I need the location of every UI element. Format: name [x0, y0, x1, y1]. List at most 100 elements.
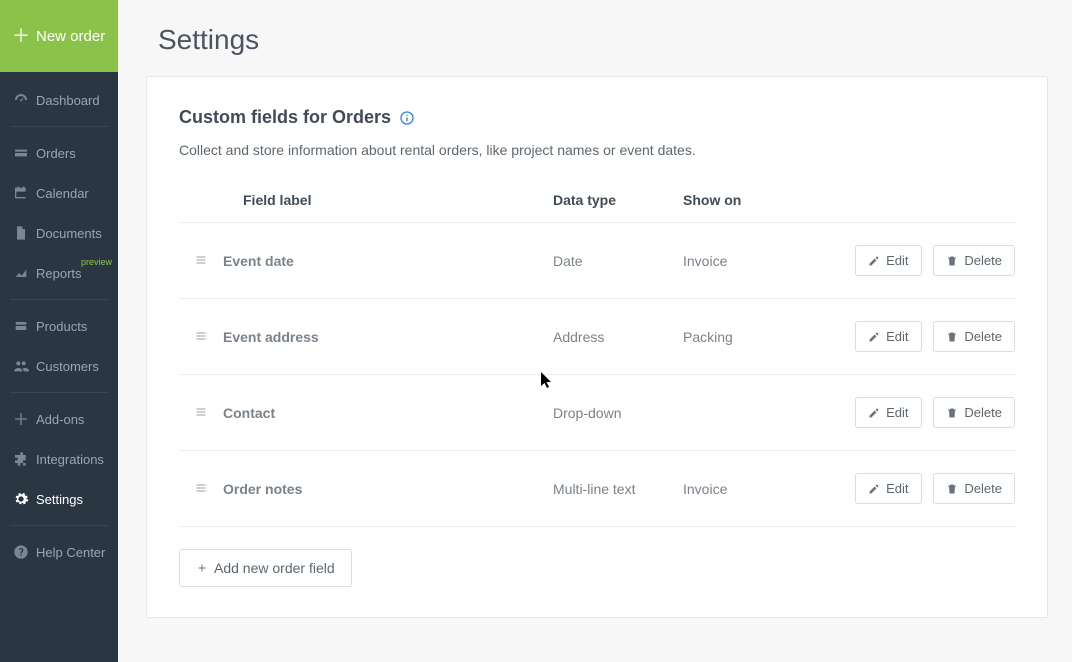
orders-icon — [12, 145, 30, 161]
sidebar-item-label: Documents — [36, 226, 108, 241]
sidebar-item-customers[interactable]: Customers — [0, 346, 118, 386]
delete-button[interactable]: Delete — [933, 397, 1015, 428]
calendar-icon — [12, 185, 30, 201]
sidebar-item-settings[interactable]: Settings — [0, 479, 118, 519]
table-row: Order notes Multi-line text Invoice Edit… — [179, 451, 1015, 527]
sidebar-item-label: Products — [36, 319, 108, 334]
add-field-label: Add new order field — [214, 560, 335, 576]
trash-icon — [946, 407, 958, 419]
field-type: Multi-line text — [553, 451, 683, 527]
settings-card: Custom fields for Orders Collect and sto… — [146, 76, 1048, 618]
page-title: Settings — [118, 0, 1072, 76]
drag-handle-icon[interactable] — [179, 223, 223, 299]
field-type: Date — [553, 223, 683, 299]
field-label: Event address — [223, 299, 553, 375]
dashboard-icon — [12, 92, 30, 108]
field-show: Invoice — [683, 451, 823, 527]
edit-label: Edit — [886, 253, 908, 268]
field-label: Event date — [223, 223, 553, 299]
drag-handle-icon[interactable] — [179, 375, 223, 451]
sidebar-item-documents[interactable]: Documents — [0, 213, 118, 253]
sidebar-item-dashboard[interactable]: Dashboard — [0, 80, 118, 120]
plus-icon — [196, 562, 208, 574]
sidebar-item-label: Calendar — [36, 186, 108, 201]
pencil-icon — [868, 483, 880, 495]
field-type: Address — [553, 299, 683, 375]
nav: Dashboard Orders Calendar Documents — [0, 72, 118, 572]
field-type: Drop-down — [553, 375, 683, 451]
trash-icon — [946, 331, 958, 343]
sidebar-item-help[interactable]: Help Center — [0, 532, 118, 572]
sidebar-item-calendar[interactable]: Calendar — [0, 173, 118, 213]
gear-icon — [12, 491, 30, 507]
delete-label: Delete — [964, 253, 1002, 268]
fields-table: Field label Data type Show on Event date… — [179, 180, 1015, 527]
edit-button[interactable]: Edit — [855, 397, 921, 428]
divider — [10, 299, 108, 300]
delete-button[interactable]: Delete — [933, 245, 1015, 276]
sidebar-item-label: Orders — [36, 146, 108, 161]
pencil-icon — [868, 255, 880, 267]
edit-label: Edit — [886, 329, 908, 344]
sidebar-item-label: Add-ons — [36, 412, 108, 427]
new-order-button[interactable]: ＋ New order — [0, 0, 118, 72]
edit-button[interactable]: Edit — [855, 245, 921, 276]
delete-label: Delete — [964, 329, 1002, 344]
trash-icon — [946, 483, 958, 495]
documents-icon — [12, 225, 30, 241]
sidebar-item-label: Help Center — [36, 545, 108, 560]
sidebar-item-addons[interactable]: Add-ons — [0, 399, 118, 439]
delete-button[interactable]: Delete — [933, 473, 1015, 504]
sidebar-item-products[interactable]: Products — [0, 306, 118, 346]
header-data-type: Data type — [553, 180, 683, 223]
delete-label: Delete — [964, 405, 1002, 420]
drag-handle-icon[interactable] — [179, 299, 223, 375]
edit-button[interactable]: Edit — [855, 473, 921, 504]
card-title: Custom fields for Orders — [179, 107, 391, 128]
table-row: Event address Address Packing Edit Delet… — [179, 299, 1015, 375]
sidebar-item-label: Integrations — [36, 452, 108, 467]
add-field-button[interactable]: Add new order field — [179, 549, 352, 587]
header-field-label: Field label — [223, 180, 553, 223]
preview-badge: preview — [81, 257, 112, 267]
delete-button[interactable]: Delete — [933, 321, 1015, 352]
products-icon — [12, 318, 30, 334]
field-show — [683, 375, 823, 451]
delete-label: Delete — [964, 481, 1002, 496]
new-order-label: New order — [36, 28, 105, 45]
sidebar-item-label: Dashboard — [36, 93, 108, 108]
table-row: Event date Date Invoice Edit Delete — [179, 223, 1015, 299]
field-show: Packing — [683, 299, 823, 375]
table-row: Contact Drop-down Edit Delete — [179, 375, 1015, 451]
reports-icon — [12, 265, 30, 281]
sidebar-item-integrations[interactable]: Integrations — [0, 439, 118, 479]
edit-label: Edit — [886, 481, 908, 496]
sidebar-item-orders[interactable]: Orders — [0, 133, 118, 173]
main: Settings Custom fields for Orders Collec… — [118, 0, 1072, 662]
info-icon[interactable] — [399, 110, 415, 126]
field-show: Invoice — [683, 223, 823, 299]
divider — [10, 126, 108, 127]
sidebar-item-label: Settings — [36, 492, 108, 507]
edit-label: Edit — [886, 405, 908, 420]
integrations-icon — [12, 451, 30, 467]
card-subtitle: Collect and store information about rent… — [179, 142, 1015, 158]
card-title-row: Custom fields for Orders — [179, 107, 1015, 128]
sidebar-item-reports[interactable]: Reports preview — [0, 253, 118, 293]
customers-icon — [12, 358, 30, 374]
field-label: Order notes — [223, 451, 553, 527]
help-icon — [12, 544, 30, 560]
divider — [10, 525, 108, 526]
pencil-icon — [868, 331, 880, 343]
pencil-icon — [868, 407, 880, 419]
trash-icon — [946, 255, 958, 267]
sidebar-item-label: Reports — [36, 266, 108, 281]
sidebar-item-label: Customers — [36, 359, 108, 374]
divider — [10, 392, 108, 393]
header-show-on: Show on — [683, 180, 823, 223]
field-label: Contact — [223, 375, 553, 451]
plus-icon: ＋ — [12, 27, 30, 45]
edit-button[interactable]: Edit — [855, 321, 921, 352]
addons-icon — [12, 411, 30, 427]
drag-handle-icon[interactable] — [179, 451, 223, 527]
